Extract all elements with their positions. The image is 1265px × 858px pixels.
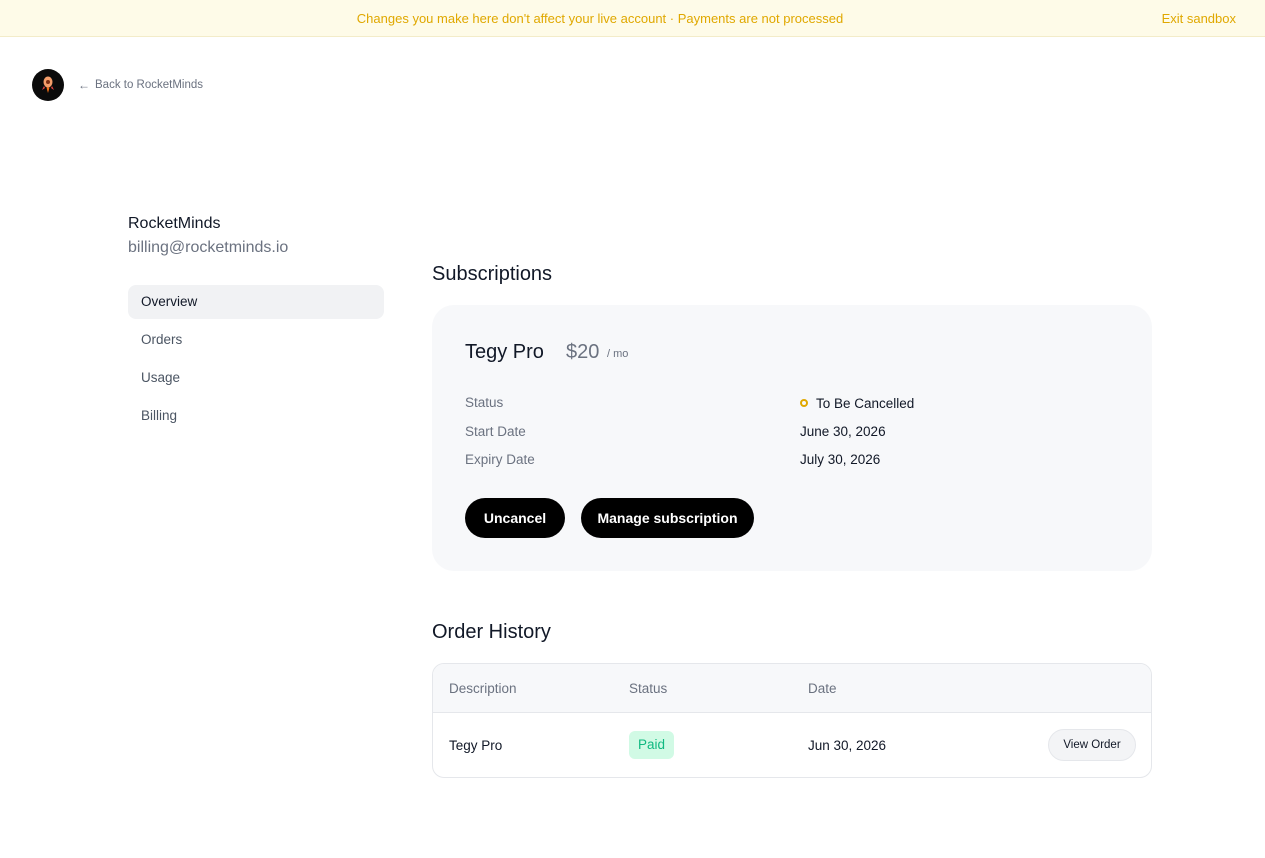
exit-sandbox-link[interactable]: Exit sandbox (1162, 11, 1236, 26)
view-order-button[interactable]: View Order (1048, 729, 1136, 761)
start-date-value: June 30, 2026 (800, 424, 886, 439)
table-header: Description Status Date (433, 664, 1151, 713)
order-history-title: Order History (432, 621, 551, 643)
rocket-icon[interactable] (32, 69, 64, 101)
sidebar-item-orders[interactable]: Orders (128, 323, 384, 357)
sidebar-nav: Overview Orders Usage Billing (128, 285, 384, 437)
sidebar-item-billing[interactable]: Billing (128, 399, 384, 433)
status-value-wrap: To Be Cancelled (800, 396, 914, 411)
expiry-date-value: July 30, 2026 (800, 452, 881, 467)
order-date: Jun 30, 2026 (808, 738, 887, 753)
column-header-description: Description (449, 681, 517, 696)
status-badge: Paid (629, 731, 675, 759)
manage-subscription-button[interactable]: Manage subscription (581, 498, 754, 538)
column-header-status: Status (629, 681, 668, 696)
sandbox-message: Changes you make here don't affect your … (356, 11, 844, 26)
account-name: RocketMinds (128, 215, 221, 232)
status-value: To Be Cancelled (816, 396, 915, 411)
plan-price: $20 (566, 341, 600, 363)
account-email: billing@rocketminds.io (128, 239, 289, 256)
arrow-left-icon: ← (78, 78, 90, 92)
plan-period: / mo (607, 348, 629, 360)
order-description: Tegy Pro (449, 738, 503, 753)
subscription-card: Tegy Pro $20 / mo Status To Be Cancelled… (432, 305, 1152, 571)
status-label: Status (465, 395, 504, 410)
uncancel-button[interactable]: Uncancel (465, 498, 565, 538)
sidebar-item-overview[interactable]: Overview (128, 285, 384, 319)
back-link[interactable]: ← Back to RocketMinds (78, 78, 203, 92)
column-header-date: Date (808, 681, 837, 696)
sandbox-banner: Changes you make here don't affect your … (0, 0, 1265, 37)
status-dot-icon (800, 399, 808, 407)
sidebar-item-usage[interactable]: Usage (128, 361, 384, 395)
start-date-label: Start Date (465, 424, 526, 439)
back-link-label: Back to RocketMinds (95, 79, 204, 91)
subscriptions-title: Subscriptions (432, 263, 553, 285)
expiry-date-label: Expiry Date (465, 452, 535, 467)
orders-table: Description Status Date Tegy Pro Paid Ju… (432, 663, 1152, 778)
plan-name: Tegy Pro (465, 341, 544, 363)
